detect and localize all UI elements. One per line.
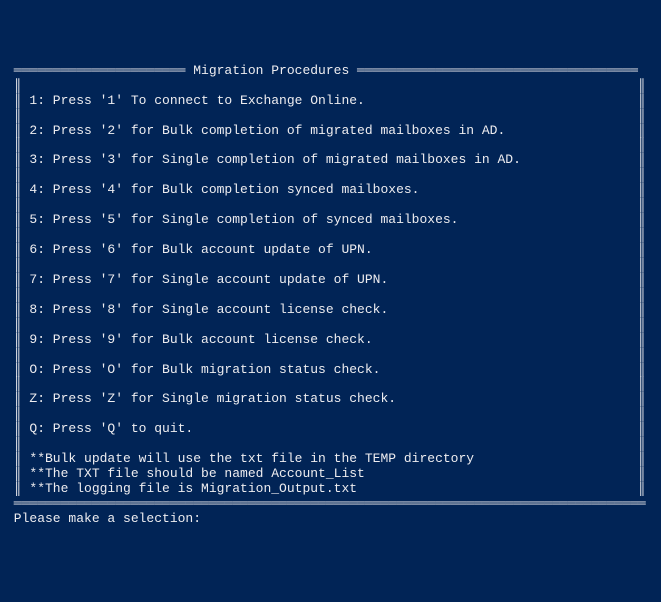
menu-item-3[interactable]: ║ 3: Press '3' for Single completion of … <box>6 153 655 168</box>
menu-item-z[interactable]: ║ Z: Press 'Z' for Single migration stat… <box>6 392 655 407</box>
note-line-2: ║ **The TXT file should be named Account… <box>6 467 655 482</box>
menu-item-q[interactable]: ║ Q: Press 'Q' to quit. ║ <box>6 422 655 437</box>
menu-item-1[interactable]: ║ 1: Press '1' To connect to Exchange On… <box>6 94 655 109</box>
title-line: ══════════════════════ Migration Procedu… <box>6 64 655 79</box>
blank-line: ║ ║ <box>6 228 655 243</box>
blank-line: ║ ║ <box>6 348 655 363</box>
blank-line: ║ ║ <box>6 377 655 392</box>
blank-line: ║ ║ <box>6 198 655 213</box>
blank-line: ║ ║ <box>6 318 655 333</box>
blank-line: ║ ║ <box>6 288 655 303</box>
selection-prompt[interactable]: Please make a selection: <box>6 512 655 527</box>
bottom-border: ════════════════════════════════════════… <box>6 497 655 512</box>
menu-item-2[interactable]: ║ 2: Press '2' for Bulk completion of mi… <box>6 124 655 139</box>
menu-item-7[interactable]: ║ 7: Press '7' for Single account update… <box>6 273 655 288</box>
menu-item-9[interactable]: ║ 9: Press '9' for Bulk account license … <box>6 333 655 348</box>
menu-item-5[interactable]: ║ 5: Press '5' for Single completion of … <box>6 213 655 228</box>
powershell-terminal[interactable]: ══════════════════════ Migration Procedu… <box>6 64 655 527</box>
menu-item-4[interactable]: ║ 4: Press '4' for Bulk completion synce… <box>6 183 655 198</box>
menu-item-8[interactable]: ║ 8: Press '8' for Single account licens… <box>6 303 655 318</box>
blank-line: ║ ║ <box>6 407 655 422</box>
blank-line: ║ ║ <box>6 168 655 183</box>
menu-item-o[interactable]: ║ O: Press 'O' for Bulk migration status… <box>6 363 655 378</box>
blank-line: ║ ║ <box>6 138 655 153</box>
menu-item-6[interactable]: ║ 6: Press '6' for Bulk account update o… <box>6 243 655 258</box>
note-line-3: ║ **The logging file is Migration_Output… <box>6 482 655 497</box>
blank-line: ║ ║ <box>6 258 655 273</box>
note-line-1: ║ **Bulk update will use the txt file in… <box>6 452 655 467</box>
blank-line: ║ ║ <box>6 79 655 94</box>
blank-line: ║ ║ <box>6 437 655 452</box>
blank-line: ║ ║ <box>6 109 655 124</box>
